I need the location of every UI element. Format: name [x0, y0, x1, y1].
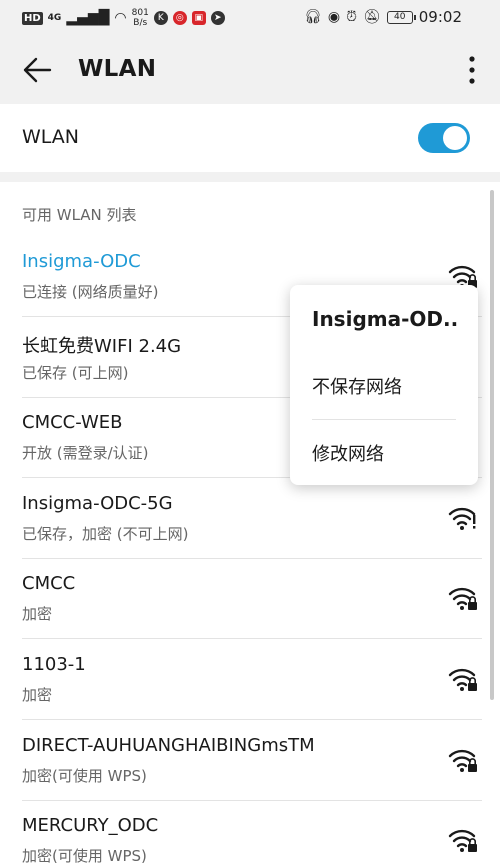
wlan-toggle-label: WLAN: [22, 126, 80, 148]
network-name: CMCC: [22, 573, 76, 595]
status-bar: HD 4G ▂▄▆█ ◠ 801 B/s K ◎ ▣ ➤ 🎧︎ ◉ ⏰︎ 🔕︎ …: [0, 0, 500, 38]
wifi-locked-icon: [448, 749, 477, 772]
network-item[interactable]: CMCC 加密: [0, 559, 500, 640]
signal-icon: ▂▄▆█: [66, 10, 110, 26]
network-context-menu: Insigma-OD.. 不保存网络 修改网络: [290, 285, 478, 485]
hd-indicator: HD: [22, 11, 43, 25]
network-item[interactable]: DIRECT-AUHUANGHAIBINGmsTM 加密(可使用 WPS): [0, 721, 500, 801]
network-status: 已保存，加密 (不可上网): [22, 524, 189, 543]
headset-icon: 🎧︎: [304, 9, 322, 25]
network-item[interactable]: Insigma-ODC-5G 已保存，加密 (不可上网): [0, 479, 500, 559]
app-notification-icon: ➤: [210, 11, 225, 25]
app-notification-icon: ◎: [172, 11, 187, 25]
network-status: 加密(可使用 WPS): [22, 766, 147, 785]
app-bar: WLAN: [0, 38, 500, 102]
network-status: 加密(可使用 WPS): [22, 847, 147, 866]
app-notification-icon: K: [153, 11, 168, 25]
clock: 09:02: [418, 8, 462, 26]
alarm-icon: ⏰︎: [346, 9, 357, 25]
network-name: 1103-1: [22, 654, 86, 675]
app-notification-icon: ▣: [191, 11, 206, 25]
wifi-locked-icon: [448, 830, 477, 853]
network-status: 已保存 (可上网): [22, 363, 129, 382]
back-arrow-icon[interactable]: [22, 56, 52, 84]
wlan-toggle-row[interactable]: WLAN: [0, 104, 500, 172]
network-status: 开放 (需登录/认证): [22, 444, 149, 463]
section-header: 可用 WLAN 列表: [22, 206, 137, 224]
speed-value: 801: [131, 8, 149, 18]
network-type-indicator: 4G: [47, 13, 62, 23]
wifi-no-internet-icon: [448, 507, 476, 530]
network-status: 加密: [22, 605, 53, 624]
network-name: DIRECT-AUHUANGHAIBINGmsTM: [22, 734, 315, 756]
battery-icon: 40: [386, 10, 416, 24]
eye-comfort-icon: ◉: [327, 9, 341, 25]
network-item[interactable]: MERCURY_ODC 加密(可使用 WPS): [0, 801, 500, 867]
network-name: 长虹免费WIFI 2.4G: [22, 335, 182, 357]
network-name: Insigma-ODC: [22, 251, 141, 272]
wifi-status-icon: ◠: [114, 10, 127, 26]
network-status: 加密: [22, 686, 53, 704]
scrollbar[interactable]: [490, 190, 494, 700]
menu-divider: [312, 419, 456, 420]
page-title: WLAN: [78, 56, 157, 82]
network-name: MERCURY_ODC: [22, 815, 159, 837]
network-name: CMCC-WEB: [22, 412, 123, 434]
network-name: Insigma-ODC-5G: [22, 492, 173, 514]
speed-unit: B/s: [133, 18, 148, 28]
forget-network-item[interactable]: 不保存网络: [312, 373, 402, 399]
network-status: 已连接 (网络质量好): [22, 283, 159, 301]
more-options-icon[interactable]: [466, 54, 478, 86]
wifi-locked-icon: [448, 668, 477, 691]
modify-network-item[interactable]: 修改网络: [312, 440, 384, 466]
mute-icon: 🔕︎: [362, 9, 381, 25]
switch-knob: [443, 126, 467, 150]
context-menu-title: Insigma-OD..: [312, 307, 459, 331]
network-item[interactable]: 1103-1 加密: [0, 640, 500, 720]
wifi-locked-icon: [448, 588, 477, 611]
wlan-switch[interactable]: [418, 123, 470, 153]
network-speed: 801 B/s: [132, 8, 149, 28]
